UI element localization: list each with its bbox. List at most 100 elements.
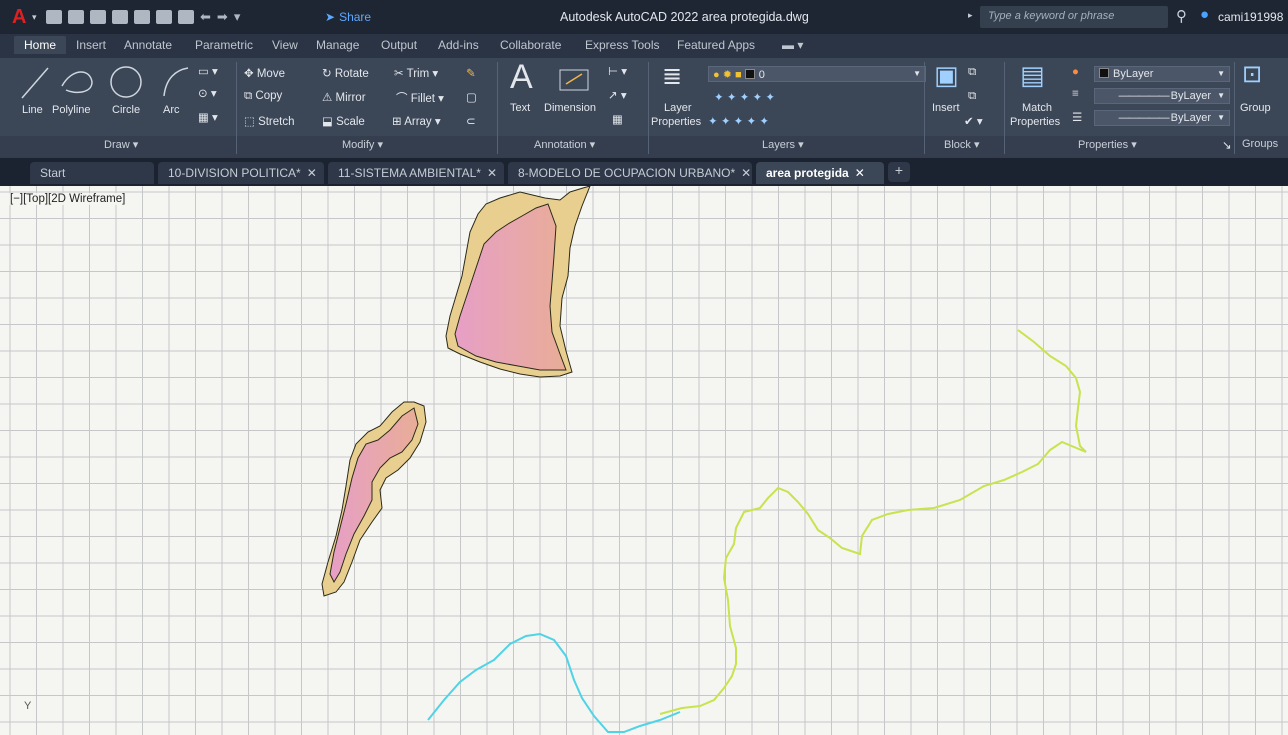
tab-output[interactable]: Output	[381, 38, 417, 52]
move-button[interactable]: ✥ Move	[244, 66, 285, 80]
tab-featured-apps[interactable]: Featured Apps	[677, 38, 755, 52]
search-icon[interactable]: ⚲	[1176, 7, 1187, 25]
tab-view[interactable]: View	[272, 38, 298, 52]
properties-dialog-launcher-icon[interactable]: ↘	[1222, 138, 1232, 152]
search-input[interactable]: Type a keyword or phrase	[980, 6, 1168, 28]
tab-insert[interactable]: Insert	[76, 38, 106, 52]
layers-panel-title[interactable]: Layers ▾	[762, 138, 804, 151]
drawing-canvas[interactable]: [−][Top][2D Wireframe] Y	[0, 186, 1288, 735]
group-icon[interactable]: ⊡	[1242, 60, 1262, 89]
redo-icon[interactable]: ➡	[217, 9, 228, 25]
explode-icon[interactable]: ▢	[466, 90, 477, 104]
close-icon[interactable]: ✕	[741, 166, 751, 180]
undo-icon[interactable]: ⬅	[200, 9, 211, 25]
doc-tab-modelo-ocupacion[interactable]: 8-MODELO DE OCUPACION URBANO* ✕	[508, 162, 752, 184]
offset-icon[interactable]: ⊂	[466, 114, 476, 128]
tab-home[interactable]: Home	[14, 36, 67, 54]
copy-button[interactable]: ⧉ Copy	[244, 90, 282, 103]
text-icon[interactable]: A	[510, 58, 533, 97]
color-dropdown[interactable]: ByLayer ▼	[1094, 66, 1230, 82]
block-attributes-icon[interactable]: ✔ ▾	[964, 114, 983, 128]
match-properties-line1[interactable]: Match	[1022, 102, 1052, 114]
save-web-icon[interactable]	[156, 10, 172, 24]
print-icon[interactable]	[178, 10, 194, 24]
layer-properties-line2[interactable]: Properties	[651, 116, 701, 128]
rotate-button[interactable]: ↻ Rotate	[322, 66, 369, 80]
annotation-panel-title[interactable]: Annotation ▾	[534, 138, 595, 151]
layer-properties-line1[interactable]: Layer	[664, 102, 692, 114]
line-button[interactable]: Line	[22, 104, 43, 116]
scale-button[interactable]: ⬓ Scale	[322, 114, 365, 128]
close-icon[interactable]: ✕	[487, 166, 497, 180]
dimension-icon[interactable]	[556, 64, 592, 94]
new-file-icon[interactable]	[46, 10, 62, 24]
erase-icon[interactable]: ✎	[466, 66, 476, 80]
tab-add-ins[interactable]: Add-ins	[438, 38, 479, 52]
match-properties-line2[interactable]: Properties	[1010, 116, 1060, 128]
open-web-icon[interactable]	[134, 10, 150, 24]
linear-dimension-icon[interactable]: ⊢ ▾	[608, 64, 627, 78]
circle-button[interactable]: Circle	[112, 104, 140, 116]
doc-tab-area-protegida[interactable]: area protegida ✕	[756, 162, 884, 184]
doc-tab-start[interactable]: Start	[30, 162, 154, 184]
close-icon[interactable]: ✕	[307, 166, 317, 180]
customize-toolbar-icon[interactable]: ▾	[234, 9, 241, 25]
application-menu-caret-icon[interactable]: ▾	[32, 12, 37, 23]
block-panel-title[interactable]: Block ▾	[944, 138, 979, 151]
ellipse-icon[interactable]: ⊙ ▾	[198, 86, 217, 100]
rectangle-icon[interactable]: ▭ ▾	[198, 64, 218, 78]
group-button[interactable]: Group	[1240, 102, 1271, 114]
tab-parametric[interactable]: Parametric	[195, 38, 253, 52]
arc-button[interactable]: Arc	[163, 104, 180, 116]
match-properties-icon[interactable]: ▤	[1020, 60, 1045, 91]
doc-tab-sistema-ambiental[interactable]: 11-SISTEMA AMBIENTAL* ✕	[328, 162, 504, 184]
layer-dropdown[interactable]: ● ✹ ■ 0 ▼	[708, 66, 926, 82]
edit-block-icon[interactable]: ⧉	[968, 90, 976, 103]
layer-tools-row2-icons[interactable]: ✦ ✦ ✦ ✦ ✦	[708, 114, 769, 128]
insert-block-icon[interactable]: ▣	[934, 60, 959, 91]
groups-panel-title[interactable]: Groups	[1242, 138, 1278, 150]
insert-button[interactable]: Insert	[932, 102, 960, 114]
dimension-button[interactable]: Dimension	[544, 102, 596, 114]
layer-tools-row1-icons[interactable]: ✦ ✦ ✦ ✦ ✦	[714, 90, 775, 104]
user-icon[interactable]: ●	[1200, 6, 1209, 23]
viewport-controls-label[interactable]: [−][Top][2D Wireframe]	[8, 193, 128, 205]
model-space-drawing[interactable]	[0, 186, 1288, 735]
ribbon: Line Polyline Circle Arc ▭ ▾ ⊙ ▾ ▦ ▾ Dra…	[0, 58, 1288, 158]
stretch-button[interactable]: ⬚ Stretch	[244, 114, 295, 128]
array-button[interactable]: ⊞ Array ▾	[392, 114, 441, 128]
layer-properties-icon[interactable]: ≣	[662, 62, 682, 91]
create-block-icon[interactable]: ⧉	[968, 66, 976, 79]
text-button[interactable]: Text	[510, 102, 530, 114]
search-caret-icon[interactable]: ▸	[968, 10, 973, 21]
polyline-button[interactable]: Polyline	[52, 104, 91, 116]
open-file-icon[interactable]	[68, 10, 84, 24]
tab-express-tools[interactable]: Express Tools	[585, 38, 659, 52]
leader-icon[interactable]: ↗ ▾	[608, 88, 627, 102]
user-name[interactable]: cami191998	[1218, 10, 1283, 24]
tab-annotate[interactable]: Annotate	[124, 38, 172, 52]
linetype-dropdown[interactable]: ————— ByLayer ▼	[1094, 110, 1230, 126]
trim-button[interactable]: ✂ Trim ▾	[394, 66, 438, 80]
fillet-button[interactable]: ⌒ Fillet ▾	[396, 90, 444, 106]
properties-panel-title[interactable]: Properties ▾	[1078, 138, 1137, 151]
doc-tab-division-politica[interactable]: 10-DIVISION POLITICA* ✕	[158, 162, 324, 184]
ribbon-display-toggle-icon[interactable]: ▬ ▾	[782, 38, 803, 52]
modify-panel-title[interactable]: Modify ▾	[342, 138, 383, 151]
new-tab-plus-icon[interactable]: +	[888, 162, 910, 182]
tab-collaborate[interactable]: Collaborate	[500, 38, 561, 52]
save-icon[interactable]	[90, 10, 106, 24]
share-button[interactable]: ➤ Share	[325, 10, 371, 24]
close-icon[interactable]: ✕	[855, 166, 865, 180]
hatch-icon[interactable]: ▦ ▾	[198, 110, 218, 124]
cyan-polyline[interactable]	[427, 632, 681, 733]
mirror-icon: ⚠	[322, 92, 336, 104]
lineweight-dropdown[interactable]: ————— ByLayer ▼	[1094, 88, 1230, 104]
draw-panel-title[interactable]: Draw ▾	[104, 138, 138, 151]
save-as-icon[interactable]	[112, 10, 128, 24]
tab-manage[interactable]: Manage	[316, 38, 359, 52]
green-polyline[interactable]	[659, 329, 1087, 715]
table-icon[interactable]: ▦	[612, 112, 623, 126]
mirror-button[interactable]: ⚠ Mirror	[322, 90, 366, 104]
autocad-logo-icon[interactable]: A	[12, 6, 26, 29]
